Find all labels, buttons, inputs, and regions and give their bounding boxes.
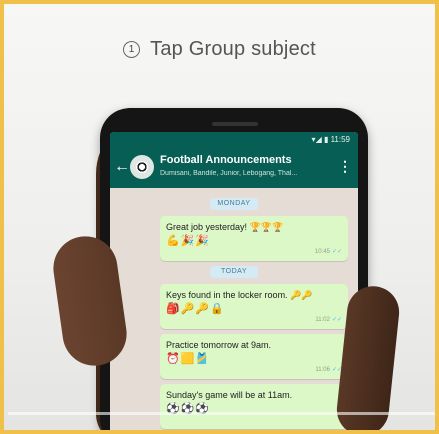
message-time: 11:06 ✓✓ [315,367,342,373]
message-bubble[interactable]: Great job yesterday! 🏆🏆🏆 💪🎉🎉 10:45 ✓✓ [160,216,348,261]
message-text: Great job yesterday! 🏆🏆🏆 [166,222,284,232]
message-bubble[interactable]: Keys found in the locker room. 🔑🔑 🎒🔑🔑🔒 1… [160,284,348,329]
tutorial-caption: 1 Tap Group subject [4,38,435,61]
phone-speaker [212,122,258,126]
status-bar: ▾◢ ▮ 11:59 [110,132,358,148]
message-bubble[interactable]: Practice tomorrow at 9am. ⏰🟨🎽 11:06 ✓✓ [160,334,348,379]
chat-header[interactable]: ← Football Announcements Dumisani, Bandi… [110,148,358,188]
video-progress-bar[interactable] [8,412,435,415]
message-text: Practice tomorrow at 9am. [166,340,272,350]
caption-text: Tap Group subject [150,38,316,60]
phone-screen: ▾◢ ▮ 11:59 ← Football Announcements Dumi… [110,132,358,430]
group-avatar[interactable] [130,155,154,179]
chat-area: MONDAY Great job yesterday! 🏆🏆🏆 💪🎉🎉 10:4… [110,188,358,429]
date-separator: TODAY [210,266,258,278]
more-vertical-icon[interactable]: ⋮ [338,158,352,175]
group-subject[interactable]: Football Announcements [160,154,292,166]
message-time: 11:02 ✓✓ [315,317,342,323]
message-time: 10:45 ✓✓ [314,249,342,255]
tutorial-frame: 1 Tap Group subject ▾◢ ▮ 11:59 ← Football… [0,0,439,434]
group-participants[interactable]: Dumisani, Bandile, Junior, Lebogang, Tha… [160,170,328,177]
double-check-icon: ✓✓ [331,317,342,323]
back-arrow-icon[interactable]: ← [114,158,130,176]
double-check-icon: ✓✓ [331,249,342,255]
step-number-icon: 1 [123,41,141,58]
message-bubble[interactable]: Sunday's game will be at 11am. ⚽⚽⚽ [160,384,348,429]
message-text: Keys found in the locker room. 🔑🔑 [166,290,313,300]
message-text: Sunday's game will be at 11am. [166,390,293,400]
date-separator: MONDAY [210,198,258,210]
